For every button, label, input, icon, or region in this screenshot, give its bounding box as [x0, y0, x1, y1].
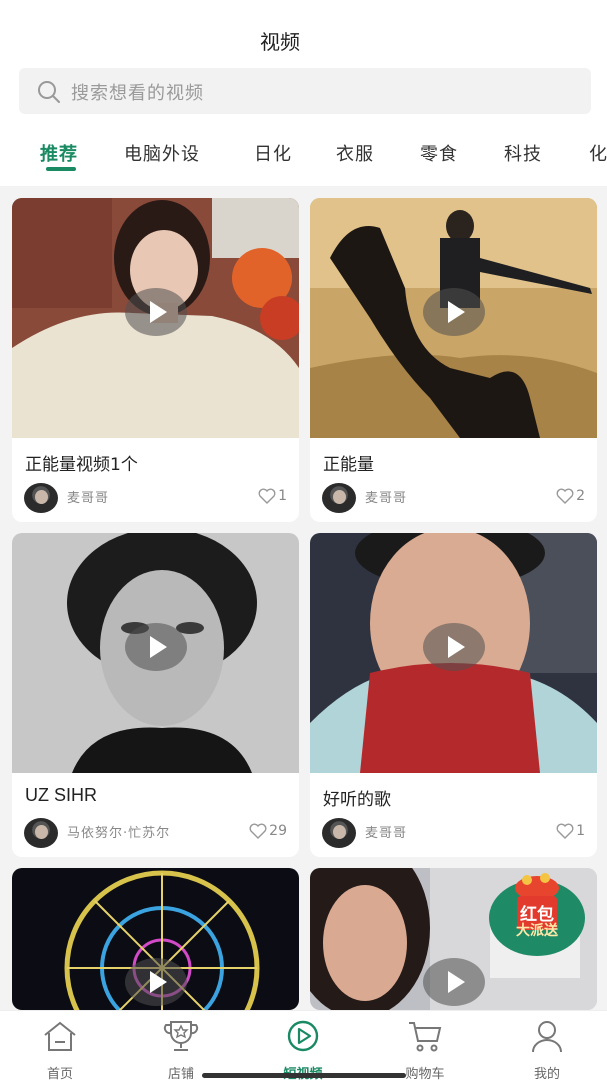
video-card[interactable]: 正能量视频1个 麦哥哥 1	[12, 198, 299, 522]
video-card[interactable]: UZ SIHR 马依努尔·忙苏尔 29	[12, 533, 299, 857]
red-packet-line2: 大派送	[516, 923, 558, 939]
header: 视频 搜索想看的视频 推荐 电脑外设 日化 衣服 零食 科技 化	[0, 0, 607, 186]
nav-home[interactable]: 首页	[15, 1019, 105, 1080]
red-packet-promo-button[interactable]: 红包 大派送	[487, 866, 587, 958]
like-count-value: 2	[576, 488, 585, 504]
nav-profile-label: 我的	[533, 1067, 560, 1080]
like-count[interactable]: 1	[556, 820, 585, 842]
video-thumbnail	[12, 533, 299, 773]
video-thumbnail	[12, 868, 299, 1010]
like-count-value: 1	[278, 488, 287, 504]
tab-tech[interactable]: 科技	[504, 140, 542, 166]
video-title: 好听的歌	[323, 790, 391, 810]
page-title: 视频	[260, 30, 300, 54]
video-title: 正能量	[323, 455, 374, 475]
avatar[interactable]	[322, 818, 356, 848]
play-icon[interactable]	[125, 288, 187, 336]
play-icon[interactable]	[423, 958, 485, 1006]
tab-computer-peripherals[interactable]: 电脑外设	[124, 140, 200, 166]
like-count[interactable]: 29	[249, 820, 287, 842]
heart-icon	[556, 823, 574, 839]
avatar[interactable]	[24, 483, 58, 513]
tab-recommended[interactable]: 推荐	[40, 140, 78, 166]
like-count-value: 1	[576, 823, 585, 839]
tab-cosmetics-partial[interactable]: 化	[589, 140, 607, 166]
like-count[interactable]: 1	[258, 485, 287, 507]
video-thumbnail	[310, 533, 597, 773]
search-icon	[38, 81, 60, 103]
cart-icon	[409, 1022, 442, 1052]
heart-icon	[556, 488, 574, 504]
play-circle-icon	[287, 1020, 319, 1052]
store-trophy-icon	[163, 1021, 199, 1051]
nav-store[interactable]: 店铺	[136, 1019, 226, 1080]
bottom-navigation: 首页 店铺 短视频 购物车 我的	[0, 1010, 607, 1080]
tab-clothes[interactable]: 衣服	[336, 140, 374, 166]
video-title: UZ SIHR	[25, 785, 97, 805]
heart-icon	[258, 488, 276, 504]
avatar[interactable]	[322, 483, 356, 513]
author-name: 麦哥哥	[67, 491, 110, 506]
video-card[interactable]: 好听的歌 麦哥哥 1	[310, 533, 597, 857]
play-icon[interactable]	[125, 623, 187, 671]
play-icon[interactable]	[125, 958, 187, 1006]
heart-icon	[249, 823, 267, 839]
like-count-value: 29	[269, 823, 287, 839]
nav-short-video[interactable]: 短视频	[258, 1019, 348, 1080]
tab-snacks[interactable]: 零食	[420, 140, 458, 166]
active-tab-indicator	[46, 167, 76, 171]
nav-cart[interactable]: 购物车	[380, 1019, 470, 1080]
like-count[interactable]: 2	[556, 485, 585, 507]
avatar[interactable]	[24, 818, 58, 848]
nav-profile[interactable]: 我的	[502, 1019, 592, 1080]
search-placeholder: 搜索想看的视频	[71, 83, 204, 104]
search-bar[interactable]: 搜索想看的视频	[19, 68, 591, 114]
video-thumbnail	[310, 198, 597, 438]
home-indicator[interactable]	[202, 1073, 406, 1078]
video-title: 正能量视频1个	[25, 455, 138, 475]
tab-daily-chemicals[interactable]: 日化	[254, 140, 292, 166]
category-tabs: 推荐 电脑外设 日化 衣服 零食 科技 化	[0, 140, 607, 180]
video-card[interactable]: 正能量 麦哥哥 2	[310, 198, 597, 522]
video-thumbnail	[12, 198, 299, 438]
author-name: 麦哥哥	[365, 826, 408, 841]
home-icon	[44, 1021, 76, 1051]
author-name: 马依努尔·忙苏尔	[67, 826, 171, 841]
author-name: 麦哥哥	[365, 491, 408, 506]
video-card[interactable]	[12, 868, 299, 1010]
nav-home-label: 首页	[46, 1067, 73, 1080]
user-icon	[532, 1021, 562, 1053]
play-icon[interactable]	[423, 623, 485, 671]
play-icon[interactable]	[423, 288, 485, 336]
